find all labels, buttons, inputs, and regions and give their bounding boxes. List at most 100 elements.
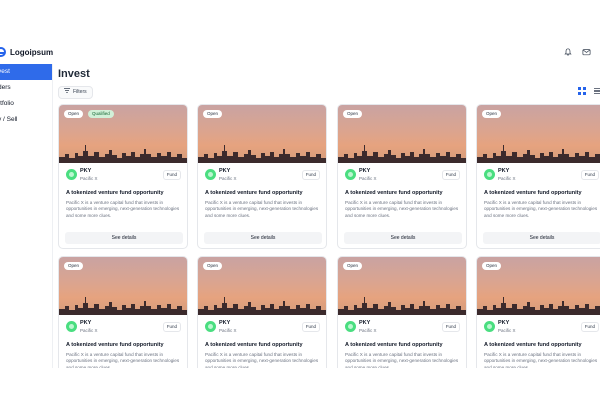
fund-type-tag: Fund (441, 322, 460, 332)
fund-card[interactable]: Open PKY Pacific X Fund A tokenized venture … (476, 256, 600, 368)
card-title: A tokenized venture fund opportunity (205, 190, 303, 196)
status-badge-open: Open (343, 110, 363, 118)
status-badge-open: Open (343, 262, 363, 270)
fund-avatar (205, 169, 216, 180)
see-details-button[interactable]: See details (483, 232, 600, 244)
city-skyline-image (338, 145, 466, 163)
fund-card[interactable]: Open PKY Pacific X Fund A tokenized venture … (197, 256, 327, 368)
fund-avatar (345, 169, 356, 180)
logo-icon (0, 47, 6, 57)
brand-name: Logoipsum (10, 47, 54, 57)
status-badge-open: Open (64, 110, 84, 118)
fund-subtitle: Pacific X (219, 328, 237, 333)
fund-name: PKY (80, 320, 92, 326)
sidebar: vest ders rtfolio y / Sell (0, 64, 53, 368)
card-cover-image: Open (477, 105, 600, 163)
fund-subtitle: Pacific X (80, 328, 98, 333)
fund-name: PKY (498, 168, 510, 174)
status-badge-open: Open (64, 262, 84, 270)
top-bar: Logoipsum (0, 38, 600, 66)
card-description: Pacific X is a venture capital fund that… (66, 352, 180, 368)
fund-type-tag: Fund (162, 170, 181, 180)
city-skyline-image (477, 145, 600, 163)
filters-button[interactable]: Filters (58, 86, 93, 99)
see-details-button[interactable]: See details (65, 232, 183, 244)
fund-type-tag: Fund (580, 322, 599, 332)
card-description: Pacific X is a venture capital fund that… (484, 352, 598, 368)
city-skyline-image (477, 297, 600, 315)
see-details-button[interactable]: See details (204, 232, 322, 244)
brand-logo[interactable]: Logoipsum (0, 47, 53, 57)
card-description: Pacific X is a venture capital fund that… (345, 352, 459, 368)
sidebar-item-invest[interactable]: vest (0, 64, 52, 80)
fund-card[interactable]: Open PKY Pacific X Fund A tokenized venture … (476, 104, 600, 249)
fund-type-tag: Fund (301, 322, 320, 332)
fund-subtitle: Pacific X (359, 328, 377, 333)
see-details-button[interactable]: See details (344, 232, 462, 244)
card-cover-image: Open (338, 105, 466, 163)
fund-avatar (484, 169, 495, 180)
card-description: Pacific X is a venture capital fund that… (205, 352, 319, 368)
fund-name: PKY (219, 168, 231, 174)
card-description: Pacific X is a venture capital fund that… (66, 200, 180, 218)
fund-subtitle: Pacific X (359, 176, 377, 181)
fund-avatar (66, 169, 77, 180)
bell-icon[interactable] (564, 48, 572, 56)
status-badge-open: Open (203, 262, 223, 270)
fund-avatar (205, 321, 216, 332)
fund-card[interactable]: Open PKY Pacific X Fund A tokenized venture … (337, 256, 467, 368)
app-window: Logoipsum vest ders rtfolio y / Sell Inv… (0, 38, 600, 368)
list-view-icon[interactable] (594, 87, 600, 95)
card-cover-image: Open Qualified (59, 105, 187, 163)
card-description: Pacific X is a venture capital fund that… (205, 200, 319, 218)
fund-type-tag: Fund (441, 170, 460, 180)
fund-type-tag: Fund (301, 170, 320, 180)
fund-subtitle: Pacific X (219, 176, 237, 181)
city-skyline-image (198, 145, 326, 163)
sidebar-item-label: rtfolio (0, 100, 14, 107)
card-title: A tokenized venture fund opportunity (484, 342, 582, 348)
fund-card[interactable]: Open PKY Pacific X Fund A tokenized venture … (58, 256, 188, 368)
status-badge-open: Open (482, 262, 502, 270)
card-description: Pacific X is a venture capital fund that… (345, 200, 459, 218)
fund-type-tag: Fund (580, 170, 599, 180)
sidebar-item-buy-sell[interactable]: y / Sell (0, 112, 52, 128)
fund-type-tag: Fund (162, 322, 181, 332)
fund-subtitle: Pacific X (498, 176, 516, 181)
fund-name: PKY (359, 320, 371, 326)
fund-card[interactable]: Open PKY Pacific X Fund A tokenized venture … (337, 104, 467, 249)
sidebar-item-label: ders (0, 84, 11, 91)
mail-icon[interactable] (582, 48, 591, 56)
card-cover-image: Open (59, 257, 187, 315)
grid-view-icon[interactable] (578, 87, 586, 95)
sidebar-item-label: vest (0, 68, 10, 75)
fund-avatar (66, 321, 77, 332)
card-title: A tokenized venture fund opportunity (66, 342, 164, 348)
card-cover-image: Open (338, 257, 466, 315)
fund-name: PKY (80, 168, 92, 174)
fund-name: PKY (359, 168, 371, 174)
sidebar-item-portfolio[interactable]: rtfolio (0, 96, 52, 112)
fund-name: PKY (219, 320, 231, 326)
sidebar-item-label: y / Sell (0, 116, 18, 123)
status-badge-open: Open (482, 110, 502, 118)
fund-card[interactable]: Open Qualified PKY Pacific X Fund A tokenized… (58, 104, 188, 249)
sidebar-item-orders[interactable]: ders (0, 80, 52, 96)
city-skyline-image (59, 297, 187, 315)
status-badge-open: Open (203, 110, 223, 118)
fund-subtitle: Pacific X (80, 176, 98, 181)
fund-subtitle: Pacific X (498, 328, 516, 333)
card-description: Pacific X is a venture capital fund that… (484, 200, 598, 218)
fund-avatar (345, 321, 356, 332)
card-title: A tokenized venture fund opportunity (345, 190, 443, 196)
card-cover-image: Open (477, 257, 600, 315)
fund-card[interactable]: Open PKY Pacific X Fund A tokenized venture … (197, 104, 327, 249)
card-title: A tokenized venture fund opportunity (66, 190, 164, 196)
card-title: A tokenized venture fund opportunity (484, 190, 582, 196)
card-cover-image: Open (198, 257, 326, 315)
card-title: A tokenized venture fund opportunity (345, 342, 443, 348)
fund-avatar (484, 321, 495, 332)
city-skyline-image (198, 297, 326, 315)
city-skyline-image (59, 145, 187, 163)
filter-icon (64, 87, 70, 98)
